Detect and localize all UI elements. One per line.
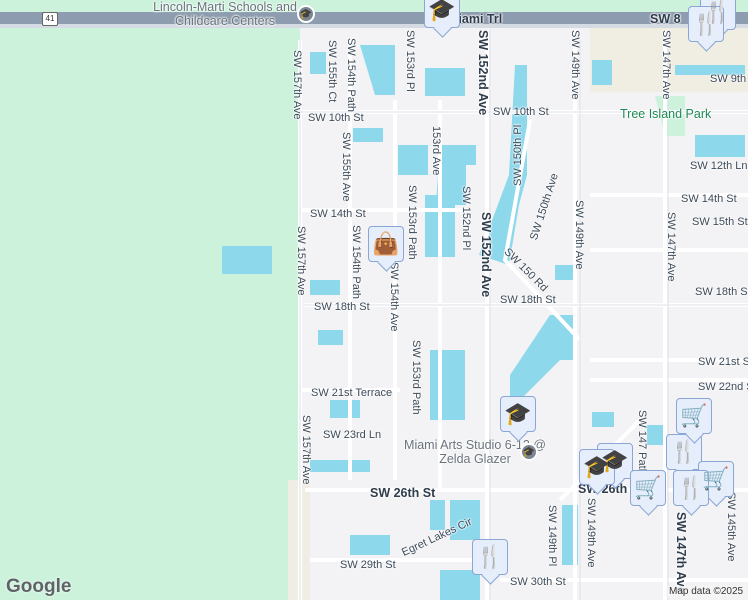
street-label: SW 153rd Path xyxy=(406,185,418,260)
street-label: SW 26th St xyxy=(370,486,436,500)
street-label: SW 9th St xyxy=(710,73,748,85)
street-label: SW 147th Ave xyxy=(674,512,688,594)
street-label: SW 22nd St xyxy=(698,381,748,393)
shopping-cart-icon: 🛒 xyxy=(702,466,730,491)
map-canvas[interactable] xyxy=(0,0,748,600)
street-label: SW 12th Ln xyxy=(690,160,748,172)
street-label: SW 152nd Pl xyxy=(460,186,472,251)
shopping-bag-icon: 👜 xyxy=(372,231,400,256)
street-label: SW 18th St xyxy=(695,286,748,298)
street-label: SW 150th Pl xyxy=(512,124,524,186)
street-label: SW 157th Ave xyxy=(291,50,303,120)
grocery-marker[interactable]: 🛒 xyxy=(676,398,712,434)
street-label: SW 147th Ave xyxy=(665,212,677,282)
restaurant-marker[interactable]: 🍴 xyxy=(688,6,724,42)
google-logo[interactable]: Google xyxy=(6,576,71,598)
street-label: 153rd Ave xyxy=(430,126,442,176)
graduation-cap-icon: 🎓 xyxy=(583,454,611,479)
street-label: SW 152nd Ave xyxy=(479,212,493,298)
graduation-cap-icon: 🎓 xyxy=(428,0,456,22)
street-label: SW 21st St xyxy=(698,356,748,368)
street-label: SW 147 Path xyxy=(636,410,648,475)
graduation-cap-icon: 🎓 xyxy=(504,401,532,426)
highway-label-east: SW 8 xyxy=(650,12,681,26)
street-label: SW 155th Ave xyxy=(340,132,352,202)
street-label: SW 29th St xyxy=(340,559,396,571)
street-label: SW 157th Ave xyxy=(295,226,307,296)
street-label: SW 14th St xyxy=(681,193,737,205)
education-marker[interactable]: 🎓 xyxy=(500,396,536,432)
street-label: SW 10th St xyxy=(493,106,549,118)
map-data-attribution[interactable]: Map data ©2025 xyxy=(666,586,747,597)
shopping-cart-icon: 🛒 xyxy=(680,403,708,428)
street-label: SW 153rd Pl xyxy=(404,30,416,92)
street-label: SW 152nd Ave xyxy=(476,30,490,116)
street-label: SW 154th Ave xyxy=(388,262,400,332)
education-marker[interactable]: 🎓 xyxy=(579,449,615,485)
street-label: SW 23rd Ln xyxy=(323,429,382,441)
street-label: SW 14th St xyxy=(310,208,366,220)
restaurant-marker[interactable]: 🍴 xyxy=(666,434,702,470)
street-label: SW 149th Ave xyxy=(569,30,581,100)
street-label: SW 157th Ave xyxy=(300,415,312,485)
street-label: SW 147th Ave xyxy=(660,30,672,100)
street-label: SW 30th St xyxy=(510,576,566,588)
street-label: SW 155th Ct xyxy=(326,40,338,103)
restaurant-marker[interactable]: 🍴 xyxy=(472,539,508,575)
street-label: SW 153rd Path xyxy=(410,340,422,415)
street-label: SW 15th St xyxy=(692,216,748,228)
poi-lincoln-marti[interactable]: Lincoln-Marti Schools and Childcare Cent… xyxy=(150,0,300,28)
street-label: SW 18th St xyxy=(314,301,370,313)
school-pin-icon[interactable]: 🎓 xyxy=(520,443,538,461)
street-label: SW 149th Ave xyxy=(585,498,597,568)
shopping-marker[interactable]: 👜 xyxy=(368,226,404,262)
fork-knife-icon: 🍴 xyxy=(670,439,698,464)
street-label: SW 154th Path xyxy=(350,225,362,299)
poi-tree-island-park[interactable]: Tree Island Park xyxy=(620,107,711,121)
restaurant-marker[interactable]: 🍴 xyxy=(673,470,709,506)
street-label: SW 18th St xyxy=(500,294,556,306)
street-label: SW 149th Pl xyxy=(546,505,558,567)
school-pin-icon[interactable]: 🎓 xyxy=(297,5,315,23)
street-label: SW 21st Terrace xyxy=(311,387,393,399)
fork-knife-icon: 🍴 xyxy=(677,475,705,500)
fork-knife-icon: 🍴 xyxy=(476,544,504,569)
street-label: SW 10th St xyxy=(308,112,364,124)
street-label: SW 149th Ave xyxy=(573,200,585,270)
fork-knife-icon: 🍴 xyxy=(692,11,720,36)
education-marker[interactable]: 🎓 xyxy=(424,0,460,28)
shopping-cart-icon: 🛒 xyxy=(634,475,662,500)
us-41-shield-icon: 41 xyxy=(42,12,58,26)
street-label: SW 154th Path xyxy=(345,38,357,112)
street-label: SW 145th Ave xyxy=(725,492,737,562)
grocery-marker[interactable]: 🛒 xyxy=(630,470,666,506)
